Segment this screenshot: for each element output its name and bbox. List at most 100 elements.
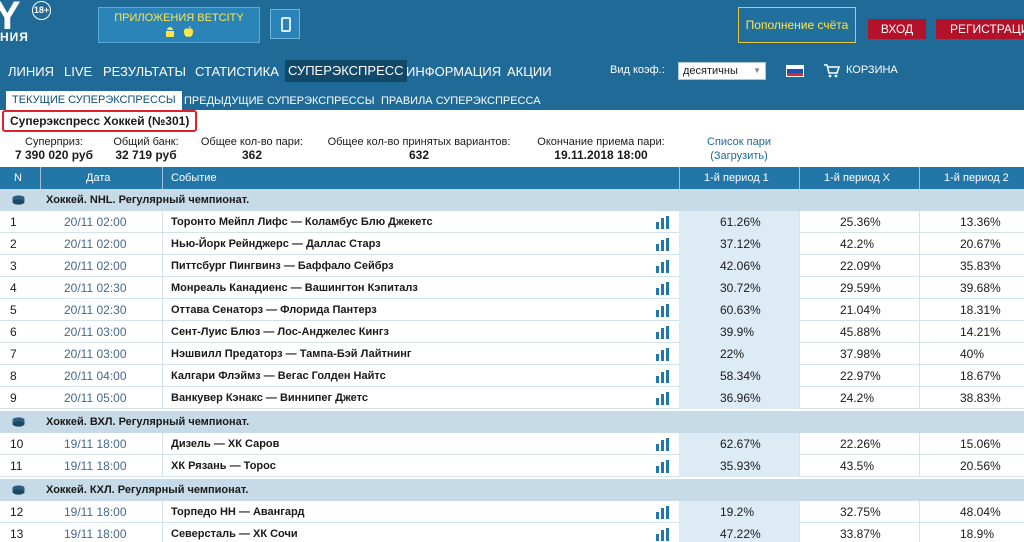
row-p1[interactable]: 47.22% (720, 523, 761, 542)
puck-icon (12, 417, 25, 427)
row-date: 19/11 18:00 (64, 527, 127, 541)
col-separator (162, 387, 163, 409)
row-px[interactable]: 22.09% (840, 255, 881, 277)
logo-subtitle: НИЯ (0, 30, 29, 44)
row-p1[interactable]: 58.34% (720, 365, 761, 387)
table-row: 4 20/11 02:30 Монреаль Канадиенс — Вашин… (0, 277, 1024, 299)
row-p1[interactable]: 42.06% (720, 255, 761, 277)
nav-item-information[interactable]: ИНФОРМАЦИЯ (406, 63, 501, 82)
stats-bars-icon[interactable] (655, 370, 671, 383)
row-p1[interactable]: 61.26% (720, 211, 761, 233)
row-px[interactable]: 22.97% (840, 365, 881, 387)
bets-list-link[interactable]: Список пари (700, 135, 778, 149)
row-p2[interactable]: 39.68% (960, 277, 1001, 299)
topup-button[interactable]: Пополнение счёта (738, 7, 856, 43)
mobile-version-button[interactable] (270, 9, 300, 39)
row-px[interactable]: 43.5% (840, 455, 874, 477)
col-separator (919, 501, 920, 523)
row-p2[interactable]: 18.31% (960, 299, 1001, 321)
nav-item-results[interactable]: РЕЗУЛЬТАТЫ (103, 63, 186, 82)
nav-item-line[interactable]: ЛИНИЯ (8, 63, 54, 82)
stats-bars-icon[interactable] (655, 348, 671, 361)
row-px[interactable]: 29.59% (840, 277, 881, 299)
row-px[interactable]: 33.87% (840, 523, 881, 542)
row-p2[interactable]: 14.21% (960, 321, 1001, 343)
phone-icon (281, 17, 291, 32)
row-px[interactable]: 21.04% (840, 299, 881, 321)
row-p2[interactable]: 35.83% (960, 255, 1001, 277)
stats-bars-icon[interactable] (655, 282, 671, 295)
row-date: 19/11 18:00 (64, 459, 127, 473)
stats-bars-icon[interactable] (655, 238, 671, 251)
apps-button[interactable]: ПРИЛОЖЕНИЯ BETCITY (98, 7, 260, 43)
col-separator (799, 501, 800, 523)
row-p1[interactable]: 30.72% (720, 277, 761, 299)
row-p1[interactable]: 19.2% (720, 501, 754, 523)
cart-icon[interactable] (824, 64, 840, 78)
row-date: 19/11 18:00 (64, 437, 127, 451)
tab-previous-superexpress[interactable]: ПРЕДЫДУЩИЕ СУПЕРЭКСПРЕССЫ (184, 93, 374, 110)
row-number: 7 (10, 347, 17, 361)
row-p2[interactable]: 18.9% (960, 523, 994, 542)
stats-bars-icon[interactable] (655, 216, 671, 229)
nav-item-promotions[interactable]: АКЦИИ (507, 63, 552, 82)
stats-bars-icon[interactable] (655, 460, 671, 473)
tab-current-superexpress[interactable]: ТЕКУЩИЕ СУПЕРЭКСПРЕССЫ (6, 91, 182, 110)
row-p1[interactable]: 36.96% (720, 387, 761, 409)
row-p1[interactable]: 22% (720, 343, 744, 365)
row-px[interactable]: 24.2% (840, 387, 874, 409)
row-px[interactable]: 42.2% (840, 233, 874, 255)
stat-pairs: Общее кол-во пари: 362 (194, 136, 310, 162)
row-p2[interactable]: 38.83% (960, 387, 1001, 409)
row-p2[interactable]: 40% (960, 343, 984, 365)
row-p2[interactable]: 48.04% (960, 501, 1001, 523)
row-p1[interactable]: 62.67% (720, 433, 761, 455)
row-px[interactable]: 37.98% (840, 343, 881, 365)
nav-item-live[interactable]: LIVE (64, 63, 92, 82)
col-header-p2: 1-й период 2 (944, 172, 1009, 184)
stats-bars-icon[interactable] (655, 326, 671, 339)
col-separator (162, 501, 163, 523)
row-px[interactable]: 32.75% (840, 501, 881, 523)
nav-item-statistics[interactable]: СТАТИСТИКА (195, 63, 279, 82)
col-separator (799, 433, 800, 455)
stats-bars-icon[interactable] (655, 528, 671, 541)
row-number: 12 (10, 505, 24, 519)
row-p1[interactable]: 60.63% (720, 299, 761, 321)
col-separator (799, 211, 800, 233)
row-p2[interactable]: 20.56% (960, 455, 1001, 477)
row-px[interactable]: 25.36% (840, 211, 881, 233)
row-number: 8 (10, 369, 17, 383)
stats-bars-icon[interactable] (655, 260, 671, 273)
row-p1[interactable]: 35.93% (720, 455, 761, 477)
row-p2[interactable]: 13.36% (960, 211, 1001, 233)
nav-item-superexpress[interactable]: СУПЕРЭКСПРЕСС (285, 60, 407, 82)
login-button[interactable]: ВХОД (868, 19, 926, 39)
row-p2[interactable]: 20.67% (960, 233, 1001, 255)
row-px[interactable]: 45.88% (840, 321, 881, 343)
stats-bars-icon[interactable] (655, 506, 671, 519)
stats-bars-icon[interactable] (655, 438, 671, 451)
stats-bars-icon[interactable] (655, 392, 671, 405)
row-number: 9 (10, 391, 17, 405)
main-nav: ЛИНИЯ LIVE РЕЗУЛЬТАТЫ СТАТИСТИКА СУПЕРЭК… (0, 60, 1024, 82)
row-p1[interactable]: 37.12% (720, 233, 761, 255)
row-p2[interactable]: 15.06% (960, 433, 1001, 455)
col-separator (919, 365, 920, 387)
col-separator (162, 299, 163, 321)
row-p1[interactable]: 39.9% (720, 321, 754, 343)
row-date: 20/11 05:00 (64, 391, 127, 405)
stats-bars-icon[interactable] (655, 304, 671, 317)
col-separator (162, 343, 163, 365)
register-button[interactable]: РЕГИСТРАЦИЯ (936, 19, 1024, 39)
tab-superexpress-rules[interactable]: ПРАВИЛА СУПЕРЭКСПРЕССА (381, 93, 541, 110)
row-p2[interactable]: 18.67% (960, 365, 1001, 387)
stat-superprize: Суперприз: 7 390 020 руб (8, 136, 100, 162)
flag-ru-icon[interactable] (786, 65, 804, 77)
row-px[interactable]: 22.26% (840, 433, 881, 455)
row-event: Ванкувер Кэнакс — Виннипег Джетс (171, 392, 368, 404)
bets-load-link[interactable]: (Загрузить) (700, 149, 778, 163)
row-date: 20/11 03:00 (64, 325, 127, 339)
cart-link[interactable]: КОРЗИНА (846, 64, 898, 76)
odds-format-select[interactable]: десятичны ▼ (678, 62, 766, 80)
